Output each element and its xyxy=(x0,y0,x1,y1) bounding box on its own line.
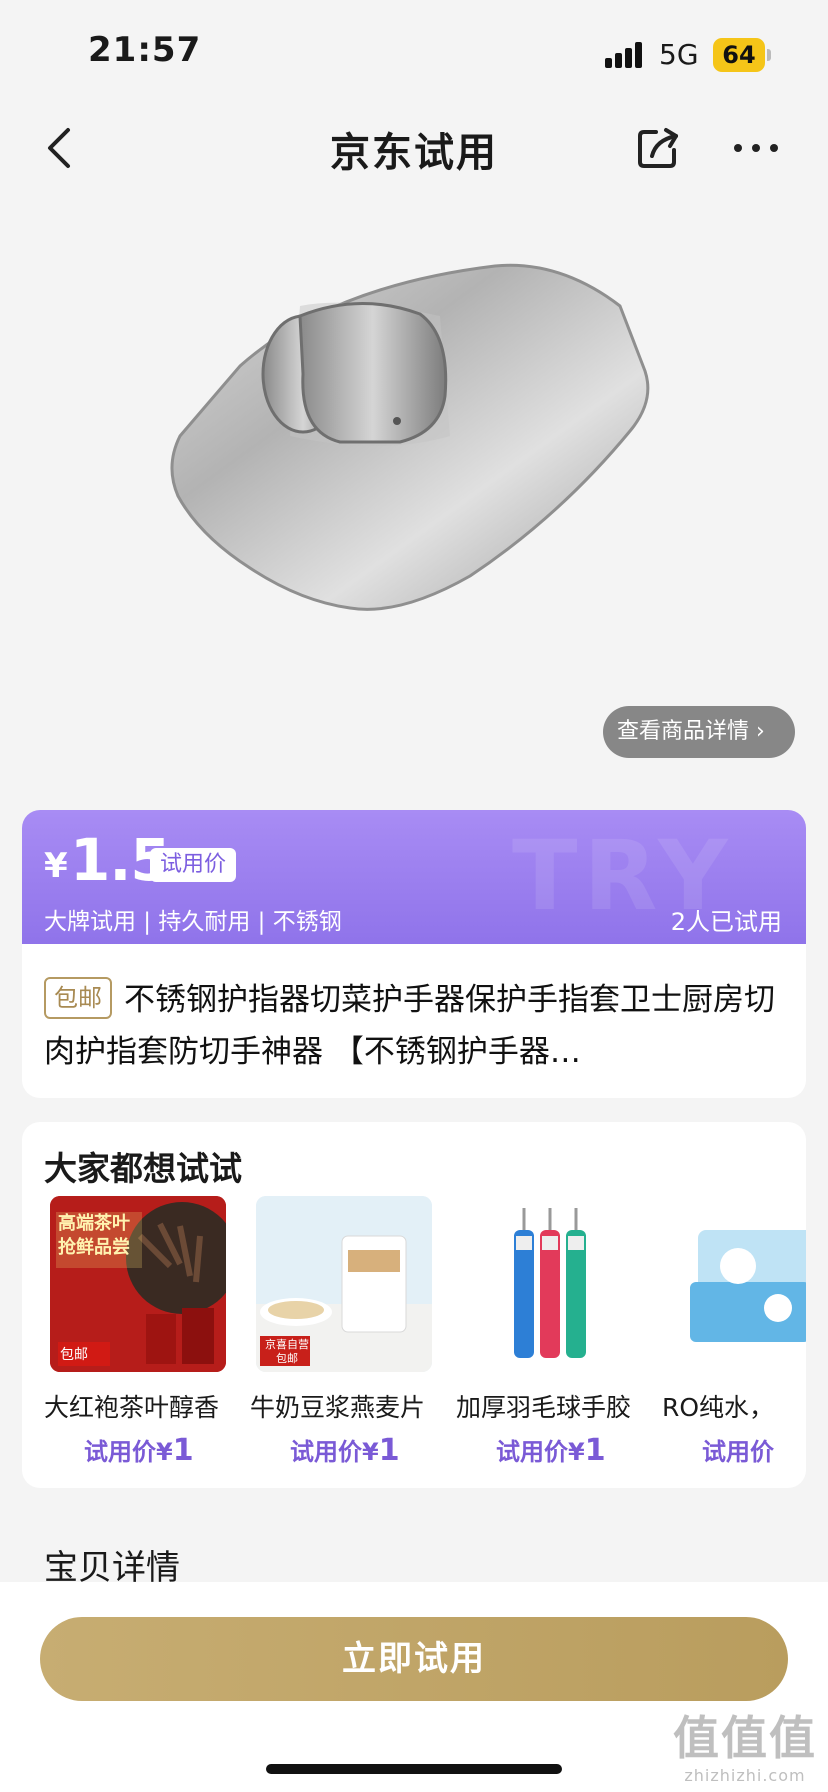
try-now-button[interactable]: 立即试用 xyxy=(40,1617,788,1701)
recommendation-card: 大家都想试试 高端茶叶 抢鲜品尝 包邮 大红袍茶叶醇香 试用价¥1 京喜自营 包… xyxy=(22,1122,806,1488)
recommend-item-name: 牛奶豆浆燕麦片 xyxy=(250,1393,426,1422)
trial-price-tag: 试用价 xyxy=(150,848,237,882)
recommend-item-name: 加厚羽毛球手胶 xyxy=(456,1393,632,1422)
battery-level: 64 xyxy=(713,38,765,72)
recommend-item-price: 试用价¥1 xyxy=(496,1433,606,1468)
network-label: 5G xyxy=(659,38,699,71)
oatmeal-thumbnail: 京喜自营 包邮 xyxy=(256,1196,432,1372)
recommend-item-tea[interactable]: 高端茶叶 抢鲜品尝 包邮 大红袍茶叶醇香 试用价¥1 xyxy=(44,1196,226,1476)
tried-count: 2人已试用 xyxy=(670,908,782,936)
currency-symbol: ¥ xyxy=(44,846,68,886)
price-banner: TRY ¥ 1.5 试用价 大牌试用 | 持久耐用 | 不锈钢 2人已试用 xyxy=(22,810,806,946)
recommend-item-name: RO纯水， xyxy=(662,1393,775,1422)
site-watermark: 值值值 zhizhizhi.com xyxy=(673,1711,817,1785)
more-button[interactable] xyxy=(726,122,786,174)
home-indicator[interactable] xyxy=(266,1764,562,1774)
tea-thumbnail: 高端茶叶 抢鲜品尝 包邮 xyxy=(50,1196,226,1372)
view-detail-button[interactable]: 查看商品详情 › xyxy=(603,706,795,758)
product-title: 包邮 不锈钢护指器切菜护手器保护手指套卫士厨房切肉护指套防切手神器 【不锈钢护手器… xyxy=(44,974,782,1078)
product-title-card: 包邮 不锈钢护指器切菜护手器保护手指套卫士厨房切肉护指套防切手神器 【不锈钢护手器… xyxy=(22,944,806,1098)
recommend-item-wipes[interactable]: RO纯水， 试用价 xyxy=(662,1196,806,1476)
tea-thumb-caption: 高端茶叶 抢鲜品尝 xyxy=(58,1213,130,1258)
bottom-bar: 立即试用 值值值 zhizhizhi.com xyxy=(0,1582,828,1792)
grip-image xyxy=(462,1196,638,1372)
recommend-item-price: 试用价¥1 xyxy=(290,1433,400,1468)
more-dots-icon xyxy=(734,144,778,152)
recommendation-title: 大家都想试试 xyxy=(44,1149,242,1188)
product-title-text: 不锈钢护指器切菜护手器保护手指套卫士厨房切肉护指套防切手神器 【不锈钢护手器… xyxy=(44,982,775,1070)
grip-thumbnail xyxy=(462,1196,638,1372)
recommend-item-oatmeal[interactable]: 京喜自营 包邮 牛奶豆浆燕麦片 试用价¥1 xyxy=(250,1196,432,1476)
recommend-item-price: 试用价¥1 xyxy=(84,1433,194,1468)
share-button[interactable] xyxy=(632,122,684,174)
oatmeal-thumb-badge: 京喜自营 包邮 xyxy=(265,1338,309,1365)
battery-icon: 64 xyxy=(713,38,771,72)
share-icon xyxy=(638,128,678,168)
wipes-image xyxy=(668,1196,806,1372)
nav-bar: 京东试用 xyxy=(0,100,828,196)
tea-thumb-badge: 包邮 xyxy=(60,1347,88,1363)
recommend-item-name: 大红袍茶叶醇香 xyxy=(44,1393,220,1422)
status-bar: 21:57 5G 64 xyxy=(0,0,828,100)
recommend-item-grip[interactable]: 加厚羽毛球手胶 试用价¥1 xyxy=(456,1196,638,1476)
page-title: 京东试用 xyxy=(330,130,498,176)
free-shipping-badge: 包邮 xyxy=(44,977,112,1019)
status-time: 21:57 xyxy=(88,30,202,70)
recommend-item-price: 试用价 xyxy=(702,1438,774,1466)
wipes-thumbnail xyxy=(668,1196,806,1372)
feature-tags: 大牌试用 | 持久耐用 | 不锈钢 xyxy=(44,909,342,935)
signal-icon xyxy=(605,42,645,68)
